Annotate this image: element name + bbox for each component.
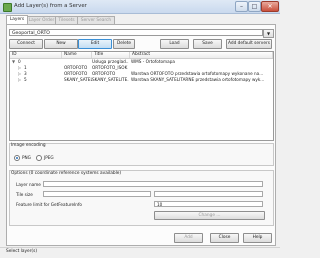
chevron-down-icon[interactable]: ▼ <box>263 29 274 38</box>
image-encoding-title: Image encoding <box>11 143 46 148</box>
tab-layers[interactable]: Layers <box>6 15 28 24</box>
layer-name-field[interactable] <box>43 181 263 187</box>
tab-server-search[interactable]: Server Search <box>77 16 115 24</box>
tile-size-field-2[interactable] <box>154 191 263 197</box>
column-header-abstract[interactable]: Abstract <box>130 52 273 58</box>
tile-size-field[interactable] <box>43 191 151 197</box>
column-header-title[interactable]: Title <box>92 52 130 58</box>
load-button[interactable]: Load <box>160 39 189 49</box>
minimize-button[interactable]: – <box>235 1 248 12</box>
connection-select[interactable]: Geoportal_ORTO <box>9 29 263 36</box>
column-header-id[interactable]: ID <box>10 52 62 58</box>
row-abstract: Warstwa SKANY_SATELITARNE przedstawia or… <box>131 77 265 82</box>
table-row[interactable]: ▷ 5 SKANY_SATELITE... SKANY_SATELITE... … <box>10 77 273 83</box>
layer-name-label: Layer name <box>16 182 41 187</box>
title-bar: Add Layer(s) from a Server – □ ✕ <box>0 0 280 14</box>
add-default-servers-button[interactable]: Add default servers <box>226 39 272 49</box>
change-crs-button[interactable]: Change ... <box>154 211 265 220</box>
options-title: Options (0 coordinate reference systems … <box>11 171 122 176</box>
jpeg-radio[interactable] <box>36 155 42 161</box>
jpeg-label: JPEG <box>44 155 54 160</box>
tab-layer-order[interactable]: Layer Order <box>27 16 56 24</box>
tile-size-label: Tile size <box>16 192 33 197</box>
save-button[interactable]: Save <box>193 39 222 49</box>
feature-limit-field[interactable]: 10 <box>154 201 263 207</box>
status-text: Select layer(s) <box>6 249 37 254</box>
row-name: SKANY_SATELITE... <box>64 77 92 82</box>
tree-header: ID Name Title Abstract <box>10 52 273 59</box>
column-header-name[interactable]: Name <box>62 52 92 58</box>
row-id: 5 <box>24 77 27 82</box>
new-button[interactable]: New <box>44 39 78 49</box>
close-button[interactable]: Close <box>210 233 239 243</box>
add-button[interactable]: Add <box>174 233 203 243</box>
window-title: Add Layer(s) from a Server <box>14 3 87 9</box>
add-layers-dialog: Add Layer(s) from a Server – □ ✕ Layers … <box>0 0 280 258</box>
png-radio[interactable] <box>14 155 20 161</box>
maximize-button[interactable]: □ <box>248 1 261 12</box>
layer-tree[interactable]: ID Name Title Abstract ▼ 0 Usługa przegl… <box>9 51 274 141</box>
connect-button[interactable]: Connect <box>9 39 43 49</box>
expand-arrow-icon[interactable]: ▷ <box>18 77 21 83</box>
edit-button[interactable]: Edit <box>78 39 112 49</box>
qgis-app-icon <box>3 3 12 12</box>
help-button[interactable]: Help <box>243 233 272 243</box>
status-bar <box>0 247 280 258</box>
png-label: PNG <box>22 155 31 160</box>
feature-limit-label: Feature limit for GetFeatureInfo <box>16 202 82 207</box>
row-title: SKANY_SATELITE... <box>92 77 129 82</box>
close-window-button[interactable]: ✕ <box>261 1 279 12</box>
delete-button[interactable]: Delete <box>113 39 135 49</box>
tab-tilesets[interactable]: Tilesets <box>55 16 78 24</box>
